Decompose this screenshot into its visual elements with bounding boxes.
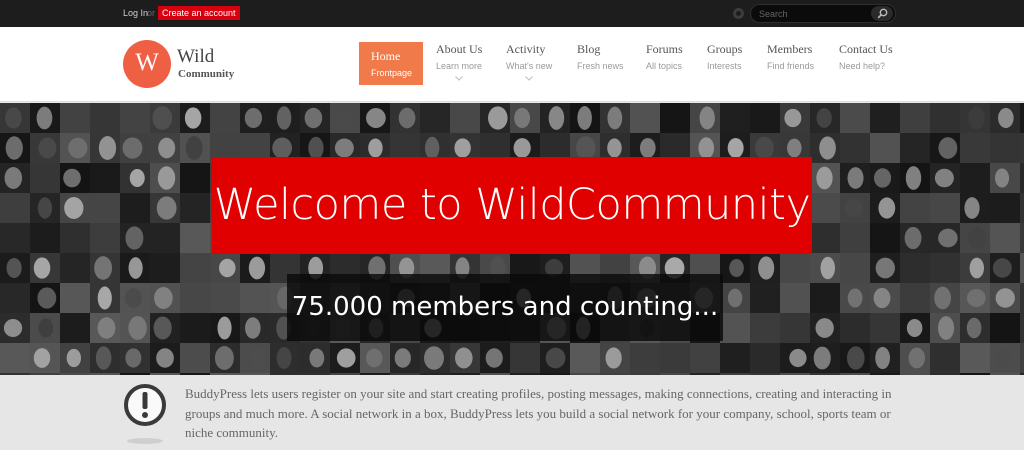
top-bar: Log In or Create an account [0, 0, 1024, 27]
hero-banner: Welcome to WildCommunity 75.000 members … [0, 103, 1024, 375]
logo-name-line1[interactable]: Wild [177, 46, 214, 68]
nav-item-contact-us[interactable]: Contact Us Need help? [839, 42, 893, 86]
logo-mark[interactable]: W [123, 40, 171, 88]
nav-item-subtitle: Need help? [839, 61, 886, 71]
nav-item-groups[interactable]: Groups Interests [707, 42, 742, 86]
nav-item-title: About Us [436, 42, 483, 56]
nav-item-forums[interactable]: Forums All topics [646, 42, 683, 86]
nav-item-subtitle: All topics [646, 61, 683, 71]
nav-item-activity[interactable]: Activity What's new [506, 42, 552, 86]
logo-name-line2[interactable]: Community [178, 68, 234, 80]
info-strip: BuddyPress lets users register on your s… [0, 375, 1024, 450]
nav-item-members[interactable]: Members Find friends [767, 42, 814, 86]
chevron-down-icon [525, 76, 533, 81]
info-text: BuddyPress lets users register on your s… [185, 386, 892, 440]
nav-item-title: Forums [646, 42, 683, 56]
circle-icon[interactable] [733, 8, 744, 19]
login-link[interactable]: Log In [123, 8, 148, 18]
chevron-down-icon [455, 76, 464, 81]
hero-subline: 75.000 members and counting... [287, 274, 723, 341]
nav-item-subtitle: Frontpage [371, 68, 413, 78]
site-header: W Wild Community Home Frontpage About Us… [0, 27, 1024, 102]
nav-item-subtitle: What's new [506, 61, 553, 71]
nav-item-about-us[interactable]: About Us Learn more [436, 42, 482, 86]
search-button[interactable] [871, 6, 893, 21]
nav-item-title: Groups [707, 42, 743, 56]
nav-item-subtitle: Interests [707, 61, 742, 71]
logo-initial: W [135, 49, 159, 76]
hero-headline: Welcome to WildCommunity [212, 157, 812, 254]
nav-item-subtitle: Fresh news [577, 61, 624, 71]
search-input[interactable] [759, 7, 869, 21]
nav-item-title: Contact Us [839, 42, 893, 56]
nav-item-title: Blog [577, 42, 601, 56]
search-icon [877, 8, 888, 19]
nav-item-subtitle: Learn more [436, 61, 483, 71]
create-account-button[interactable]: Create an account [158, 6, 240, 20]
nav-item-subtitle: Find friends [767, 61, 815, 71]
nav-item-blog[interactable]: Blog Fresh news [577, 42, 624, 86]
or-separator: or [147, 8, 156, 18]
nav-item-title: Home [371, 49, 401, 63]
search-box [750, 4, 896, 23]
nav-item-title: Activity [506, 42, 546, 56]
nav-item-home[interactable]: Home Frontpage [359, 42, 423, 85]
nav-item-title: Members [767, 42, 813, 56]
exclamation-icon [124, 384, 166, 444]
